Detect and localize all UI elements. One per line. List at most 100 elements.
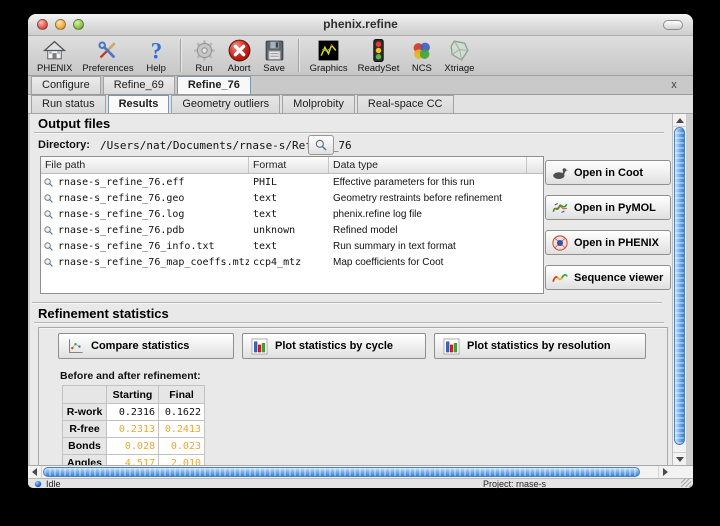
file-data-type: Geometry restraints before refinement (329, 193, 527, 204)
open-in-phenix-button[interactable]: Open in PHENIX (545, 230, 671, 255)
browse-directory-button[interactable] (308, 135, 334, 155)
resize-grip[interactable] (681, 478, 691, 487)
magnifier-icon[interactable] (43, 209, 54, 220)
file-name: rnase-s_refine_76.log (58, 209, 184, 220)
tab-run-status[interactable]: Run status (31, 95, 106, 113)
file-data-type: Run summary in text format (329, 241, 527, 252)
toolbar-separator (180, 39, 181, 72)
compare-statistics-button[interactable]: Compare statistics (58, 333, 234, 359)
file-format: unknown (249, 225, 329, 236)
file-row[interactable]: rnase-s_refine_76_map_coeffs.mtzccp4_mtz… (41, 254, 543, 270)
toolbar-button-label: Run (195, 63, 212, 74)
toolbar-button-xtriage[interactable]: Xtriage (439, 37, 479, 75)
abort-icon (227, 38, 252, 63)
magnifier-icon[interactable] (43, 193, 54, 204)
tab-refine-69[interactable]: Refine_69 (103, 76, 175, 94)
stats-row-label: R-free (63, 421, 107, 438)
magnifier-icon[interactable] (43, 177, 54, 188)
vertical-scrollbar[interactable] (672, 114, 686, 465)
toolbar-button-label: Save (263, 63, 285, 74)
file-data-type: Map coefficients for Coot (329, 257, 527, 268)
coot-icon (551, 164, 569, 182)
scroll-right-button[interactable] (658, 466, 672, 478)
tab-configure[interactable]: Configure (31, 76, 101, 94)
window-controls (37, 19, 84, 30)
button-label: Sequence viewer (574, 272, 663, 284)
right-arrow-icon (663, 468, 668, 476)
close-window-button[interactable] (37, 19, 48, 30)
button-label: Plot statistics by resolution (467, 340, 611, 352)
file-row[interactable]: rnase-s_refine_76.pdbunknownRefined mode… (41, 222, 543, 238)
zoom-window-button[interactable] (73, 19, 84, 30)
phenix-logo-icon (551, 234, 569, 252)
magnifier-icon[interactable] (43, 257, 54, 268)
toolbar-button-save[interactable]: Save (257, 37, 292, 75)
column-header-file-path[interactable]: File path (41, 157, 249, 173)
scroll-down-button[interactable] (673, 452, 686, 465)
button-label: Open in PyMOL (574, 202, 656, 214)
sequence-icon (551, 269, 569, 287)
titlebar[interactable]: phenix.refine (28, 14, 693, 36)
stats-row-label: Bonds (63, 438, 107, 455)
window-title: phenix.refine (28, 14, 693, 35)
output-files-table[interactable]: File path Format Data type rnase-s_refin… (40, 156, 544, 294)
stats-final-value: 2.010 (159, 455, 205, 465)
before-after-label: Before and after refinement: (60, 370, 201, 382)
save-icon (262, 38, 287, 63)
file-row[interactable]: rnase-s_refine_76.logtextphenix.refine l… (41, 206, 543, 222)
file-format: text (249, 193, 329, 204)
stats-row-label: R-work (63, 404, 107, 421)
toolbar-button-run[interactable]: Run (187, 37, 222, 75)
sequence-viewer-button[interactable]: Sequence viewer (545, 265, 671, 290)
barchart-icon (442, 337, 461, 356)
tab-refine-76[interactable]: Refine_76 (177, 76, 251, 94)
toolbar-toggle-pill-button[interactable] (663, 20, 683, 30)
tab-geometry-outliers[interactable]: Geometry outliers (171, 95, 280, 113)
readyset-icon (366, 38, 391, 63)
file-path-cell: rnase-s_refine_76.log (41, 209, 249, 220)
scroll-left-button[interactable] (28, 466, 42, 478)
tab-results[interactable]: Results (108, 95, 170, 113)
stats-final-value: 0.023 (159, 438, 205, 455)
status-sphere-icon (34, 480, 42, 488)
stats-row-label: Angles (63, 455, 107, 465)
open-in-pymol-button[interactable]: Open in PyMOL (545, 195, 671, 220)
toolbar-button-ncs[interactable]: NCS (404, 37, 439, 75)
minimize-window-button[interactable] (55, 19, 66, 30)
toolbar-button-graphics[interactable]: Graphics (305, 37, 353, 75)
toolbar-button-preferences[interactable]: Preferences (77, 37, 138, 75)
magnifier-icon[interactable] (43, 225, 54, 236)
toolbar-button-help[interactable]: ?Help (139, 37, 174, 75)
column-header-format[interactable]: Format (249, 157, 329, 173)
plot-statistics-by-cycle-button[interactable]: Plot statistics by cycle (242, 333, 426, 359)
phenix-home-icon (42, 38, 67, 63)
horizontal-scroll-thumb[interactable] (43, 467, 640, 477)
magnifier-icon[interactable] (43, 241, 54, 252)
tab-close-icon[interactable]: x (667, 78, 681, 92)
tab-molprobity[interactable]: Molprobity (282, 95, 355, 113)
results-panel: Output files Directory: /Users/nat/Docum… (30, 114, 686, 465)
tab-real-space-cc[interactable]: Real-space CC (357, 95, 454, 113)
open-in-coot-button[interactable]: Open in Coot (545, 160, 671, 185)
main-tab-bar: ConfigureRefine_69Refine_76 x (28, 76, 693, 95)
magnifier-icon (314, 138, 328, 152)
stats-starting-value: 0.2313 (107, 421, 159, 438)
stats-starting-value: 4.517 (107, 455, 159, 465)
file-row[interactable]: rnase-s_refine_76_info.txttextRun summar… (41, 238, 543, 254)
toolbar-button-label: Graphics (310, 63, 348, 74)
file-row[interactable]: rnase-s_refine_76.effPHILEffective param… (41, 174, 543, 190)
file-name: rnase-s_refine_76.eff (58, 177, 184, 188)
toolbar-button-abort[interactable]: Abort (222, 37, 257, 75)
help-icon: ? (144, 38, 169, 63)
file-row[interactable]: rnase-s_refine_76.geotextGeometry restra… (41, 190, 543, 206)
stats-starting-value: 0.2316 (107, 404, 159, 421)
toolbar-button-readyset[interactable]: ReadySet (353, 37, 405, 75)
vertical-scroll-thumb[interactable] (674, 127, 685, 445)
horizontal-scrollbar[interactable] (28, 465, 693, 478)
file-data-type: Effective parameters for this run (329, 177, 527, 188)
plot-statistics-by-resolution-button[interactable]: Plot statistics by resolution (434, 333, 646, 359)
column-header-data-type[interactable]: Data type (329, 157, 527, 173)
toolbar-button-phenix[interactable]: PHENIX (32, 37, 77, 75)
scroll-up-button[interactable] (673, 114, 686, 127)
toolbar-button-label: PHENIX (37, 63, 72, 74)
